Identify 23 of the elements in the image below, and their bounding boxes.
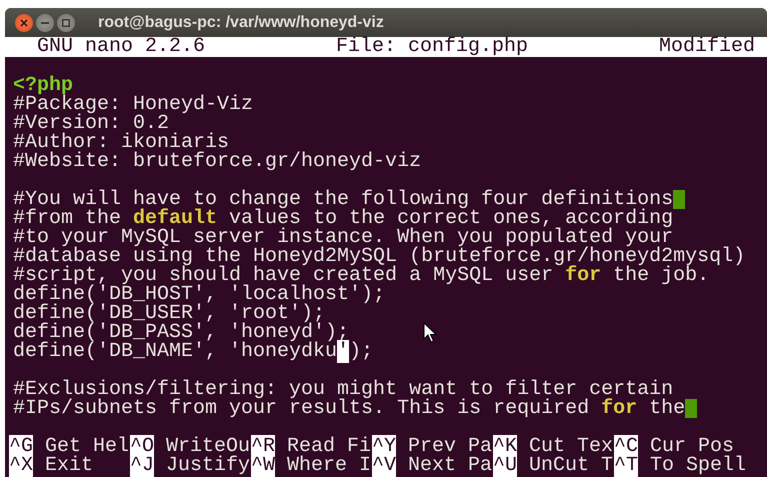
shortcut-label: Justify — [165, 454, 250, 477]
shortcut-key: ^T — [614, 454, 638, 477]
shortcut-key: ^X — [9, 454, 34, 477]
maximize-button[interactable] — [57, 14, 75, 32]
close-button[interactable] — [15, 14, 33, 32]
minimize-button[interactable] — [36, 14, 54, 32]
minimize-icon — [41, 22, 49, 24]
shortcut-key: ^V — [372, 454, 396, 477]
editor-version: GNU nano 2.2.6 — [37, 37, 206, 57]
code-line: define('DB_NAME', 'honeydku'); — [13, 340, 374, 363]
shortcut-key: ^J — [130, 454, 154, 477]
modified-status: Modified — [658, 37, 755, 57]
shortcut-key: ^U — [493, 454, 518, 477]
code-line: #Website: bruteforce.gr/honeyd-viz — [13, 150, 422, 173]
shortcut-label: Exit — [44, 454, 94, 477]
shortcut-label: Where I — [286, 454, 372, 477]
window-title: root@bagus-pc: /var/www/honeyd-viz — [98, 12, 384, 32]
maximize-icon — [62, 18, 70, 26]
shortcut-key: ^W — [251, 454, 276, 477]
file-name: File: config.php — [336, 37, 528, 57]
close-icon — [20, 18, 28, 26]
shortcut-label: To Spell — [649, 454, 746, 477]
mouse-pointer-icon — [423, 322, 437, 343]
